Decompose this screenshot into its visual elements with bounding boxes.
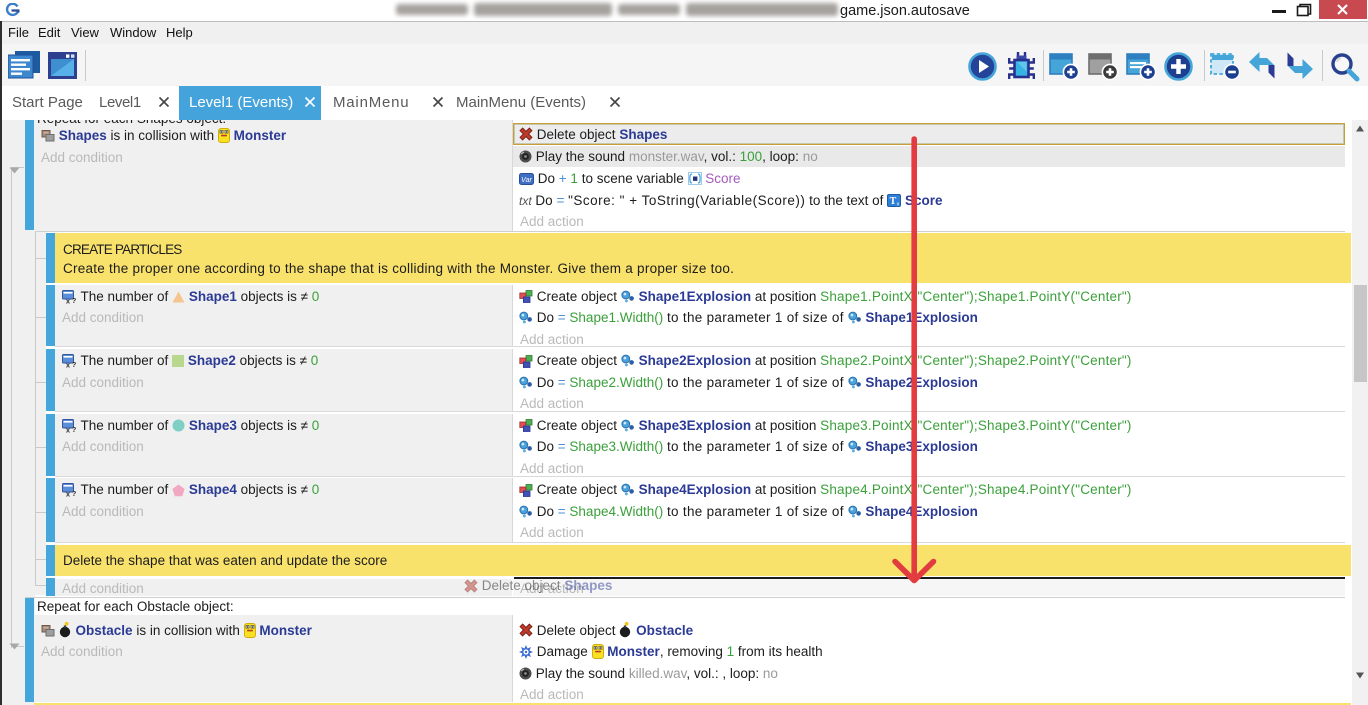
svg-text:?: ? xyxy=(72,425,77,433)
svg-text:?: ? xyxy=(72,360,77,368)
svg-text:?: ? xyxy=(72,489,77,497)
svg-text:?: ? xyxy=(72,296,77,304)
svg-text:Var: Var xyxy=(521,176,532,183)
